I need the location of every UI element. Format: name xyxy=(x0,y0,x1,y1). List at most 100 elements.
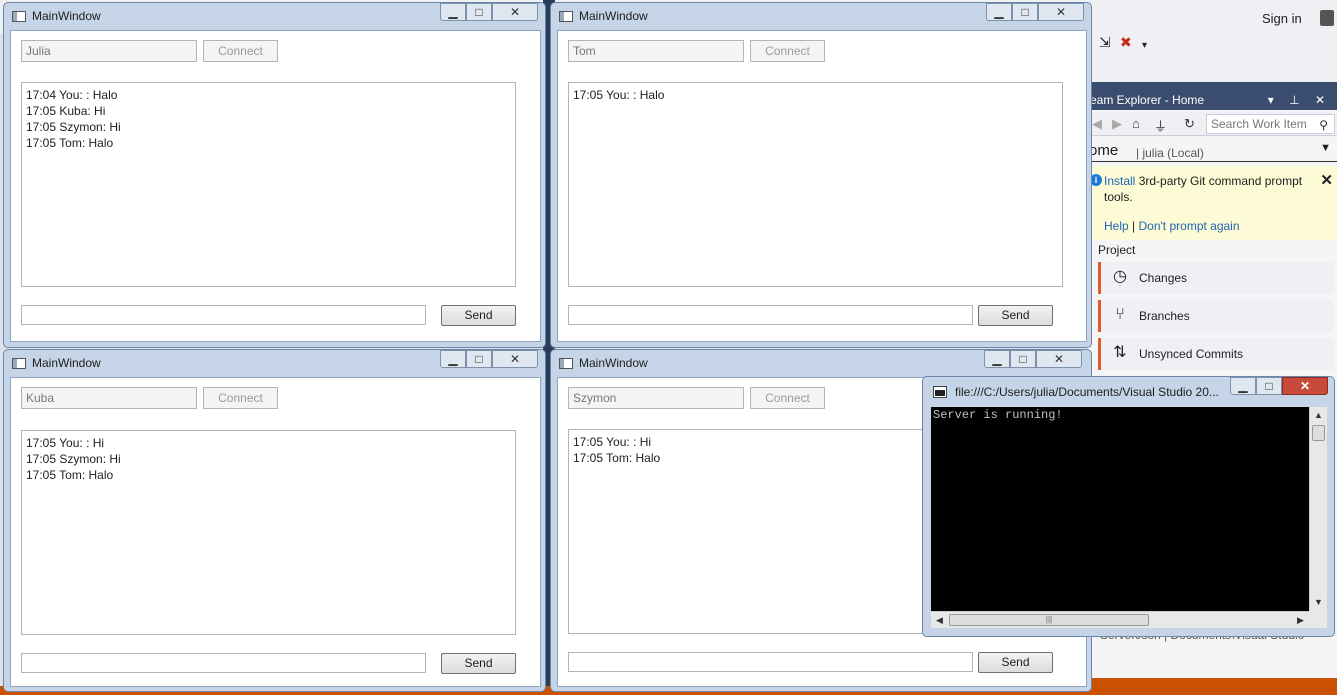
chat-message: 17:05 You: : Hi xyxy=(26,436,105,450)
search-work-items-input[interactable]: Search Work Item ⚲ xyxy=(1206,114,1335,134)
scroll-left-icon[interactable]: ◀ xyxy=(931,612,948,628)
minimize-button[interactable]: ▁ xyxy=(440,3,466,21)
chat-message: 17:04 You: : Halo xyxy=(26,88,118,102)
forward-icon[interactable]: ▶ xyxy=(1112,116,1122,132)
project-item-branches[interactable]: ⑂ Branches xyxy=(1098,300,1333,332)
close-button[interactable]: ✕ xyxy=(492,3,538,21)
chat-log: 17:04 You: : Halo 17:05 Kuba: Hi 17:05 S… xyxy=(21,82,516,287)
connect-button[interactable]: Connect xyxy=(750,387,825,409)
toolbar-overflow-icon[interactable]: ▾ xyxy=(1142,40,1147,51)
minimize-button[interactable]: ▁ xyxy=(1230,377,1256,395)
message-input[interactable] xyxy=(568,652,973,672)
dont-prompt-link[interactable]: Don't prompt again xyxy=(1139,219,1240,233)
team-explorer-home-header: ome | julia (Local) ▼ xyxy=(1088,140,1337,162)
scroll-down-icon[interactable]: ▼ xyxy=(1310,594,1327,611)
home-icon[interactable]: ⌂ xyxy=(1132,116,1140,131)
maximize-button[interactable]: □ xyxy=(1010,350,1036,368)
close-button[interactable]: ✕ xyxy=(1282,377,1328,395)
scroll-thumb[interactable]: ||| xyxy=(949,614,1149,626)
maximize-button[interactable]: □ xyxy=(1012,3,1038,21)
window-controls: ▁ □ ✕ xyxy=(1230,377,1328,397)
project-item-changes[interactable]: ◷ Changes xyxy=(1098,262,1333,294)
window-title: MainWindow xyxy=(32,356,101,370)
message-input[interactable] xyxy=(568,305,973,325)
name-field[interactable]: Szymon xyxy=(568,387,744,409)
chat-message: 17:05 Szymon: Hi xyxy=(26,120,121,134)
scroll-right-icon[interactable]: ▶ xyxy=(1292,612,1309,628)
console-line: Server is running! xyxy=(933,408,1063,422)
scroll-thumb[interactable] xyxy=(1312,425,1325,441)
chat-message: 17:05 Tom: Halo xyxy=(26,468,114,482)
detach-icon[interactable]: ✖ xyxy=(1120,34,1132,51)
close-button[interactable]: ✕ xyxy=(492,350,538,368)
maximize-button[interactable]: □ xyxy=(1256,377,1282,395)
chat-window-kuba: MainWindow ▁ □ ✕ Kuba Connect 17:05 You:… xyxy=(3,349,546,692)
status-bar xyxy=(1090,678,1337,695)
user-icon[interactable] xyxy=(1320,10,1334,26)
app-icon xyxy=(12,358,26,369)
window-title: MainWindow xyxy=(579,9,648,23)
console-icon xyxy=(933,386,947,398)
send-button[interactable]: Send xyxy=(978,305,1053,326)
message-input[interactable] xyxy=(21,653,426,673)
send-button[interactable]: Send xyxy=(441,653,516,674)
name-field[interactable]: Kuba xyxy=(21,387,197,409)
refresh-icon[interactable]: ↻ xyxy=(1184,116,1195,132)
server-console-window: file:///C:/Users/julia/Documents/Visual … xyxy=(922,376,1335,637)
chevron-down-icon[interactable]: ▼ xyxy=(1320,142,1331,154)
back-icon[interactable]: ◀ xyxy=(1092,116,1102,132)
chat-message: 17:05 Szymon: Hi xyxy=(26,452,121,466)
app-icon xyxy=(12,11,26,22)
connect-button[interactable]: Connect xyxy=(203,40,278,62)
send-button[interactable]: Send xyxy=(441,305,516,326)
project-item-label: Unsynced Commits xyxy=(1139,347,1244,361)
scrollbar-corner xyxy=(1309,611,1327,628)
sync-arrows-icon: ⇅ xyxy=(1113,344,1127,361)
send-button[interactable]: Send xyxy=(978,652,1053,673)
page-context: | julia (Local) xyxy=(1136,146,1204,160)
connect-plug-icon[interactable]: ⏚ xyxy=(1154,116,1167,135)
notice-text: Install 3rd-party Git command prompt too… xyxy=(1104,173,1304,205)
panel-controls[interactable]: ▾ ⊥ ✕ xyxy=(1268,90,1331,110)
close-button[interactable]: ✕ xyxy=(1036,350,1082,368)
name-field[interactable]: Julia xyxy=(21,40,197,62)
app-icon xyxy=(559,358,573,369)
project-section-title: Project xyxy=(1098,243,1136,257)
minimize-button[interactable]: ▁ xyxy=(986,3,1012,21)
close-button[interactable]: ✕ xyxy=(1038,3,1084,21)
window-controls: ▁ □ ✕ xyxy=(986,3,1084,23)
help-link[interactable]: Help xyxy=(1104,219,1129,233)
window-client: Kuba Connect 17:05 You: : Hi 17:05 Szymo… xyxy=(10,377,541,687)
app-icon xyxy=(559,11,573,22)
message-input[interactable] xyxy=(21,305,426,325)
maximize-button[interactable]: □ xyxy=(466,3,492,21)
chat-window-tom: MainWindow ▁ □ ✕ Tom Connect 17:05 You: … xyxy=(550,2,1092,348)
chat-message: 17:05 You: : Halo xyxy=(573,88,665,102)
sign-in-link[interactable]: Sign in xyxy=(1262,11,1302,26)
team-explorer-nav: ◀ ▶ ⌂ ⏚ ↻ Search Work Item ⚲ xyxy=(1088,112,1337,136)
notice-links: Help | Don't prompt again xyxy=(1104,219,1240,233)
window-controls: ▁ □ ✕ xyxy=(440,3,538,23)
name-field[interactable]: Tom xyxy=(568,40,744,62)
clock-icon: ◷ xyxy=(1113,268,1127,285)
window-client: Tom Connect 17:05 You: : Halo Send xyxy=(557,30,1087,342)
connect-button[interactable]: Connect xyxy=(750,40,825,62)
attach-icon[interactable]: ⇲ xyxy=(1099,34,1111,51)
chat-window-julia: MainWindow ▁ □ ✕ Julia Connect 17:04 You… xyxy=(3,2,546,348)
window-client: Julia Connect 17:04 You: : Halo 17:05 Ku… xyxy=(10,30,541,342)
close-icon[interactable]: ✕ xyxy=(1320,171,1333,189)
search-icon[interactable]: ⚲ xyxy=(1319,116,1328,134)
project-item-unsynced-commits[interactable]: ⇅ Unsynced Commits xyxy=(1098,338,1333,370)
minimize-button[interactable]: ▁ xyxy=(984,350,1010,368)
connect-button[interactable]: Connect xyxy=(203,387,278,409)
install-link[interactable]: Install xyxy=(1104,174,1135,188)
window-controls: ▁ □ ✕ xyxy=(440,350,538,370)
scroll-up-icon[interactable]: ▲ xyxy=(1310,407,1327,424)
branch-icon: ⑂ xyxy=(1115,306,1125,323)
horizontal-scrollbar[interactable]: ◀ ||| ▶ xyxy=(931,611,1309,628)
minimize-button[interactable]: ▁ xyxy=(440,350,466,368)
search-placeholder: Search Work Item xyxy=(1211,117,1307,131)
maximize-button[interactable]: □ xyxy=(466,350,492,368)
project-item-label: Branches xyxy=(1139,309,1190,323)
vertical-scrollbar[interactable]: ▲ ▼ xyxy=(1309,407,1327,611)
